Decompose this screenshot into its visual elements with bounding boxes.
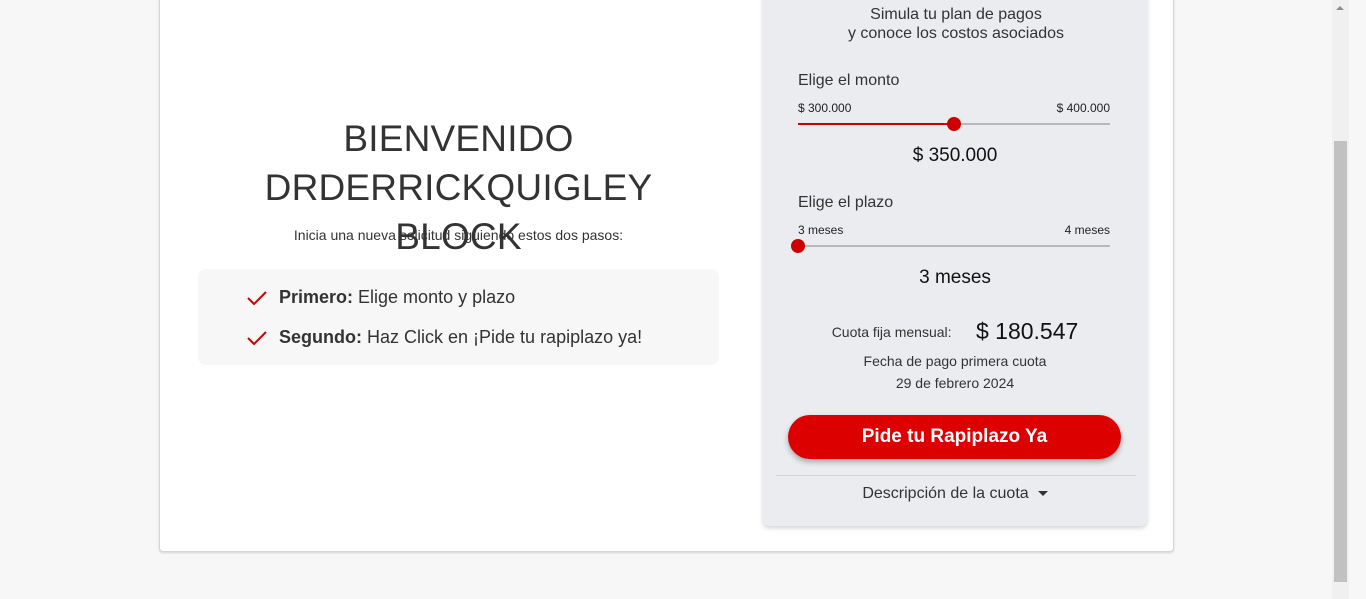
step-second-text: Haz Click en ¡Pide tu rapiplazo ya! bbox=[367, 327, 643, 347]
welcome-subtitle: Inicia una nueva solicitud siguiendo est… bbox=[293, 227, 624, 243]
amount-min: $ 300.000 bbox=[798, 101, 852, 115]
page-scrollbar[interactable] bbox=[1332, 0, 1349, 599]
check-icon bbox=[247, 290, 267, 305]
user-name: DRDERRICKQUIGLEY BLOCK bbox=[264, 167, 653, 257]
amount-label: Elige el monto bbox=[798, 72, 900, 89]
step-first: Primero: Elige monto y plazo bbox=[246, 287, 515, 308]
amount-value: $ 350.000 bbox=[912, 145, 998, 166]
term-label: Elige el plazo bbox=[798, 194, 894, 211]
request-loan-button[interactable]: Pide tu Rapiplazo Ya bbox=[788, 415, 1121, 459]
step-second: Segundo: Haz Click en ¡Pide tu rapiplazo… bbox=[246, 327, 642, 348]
step-second-label: Segundo: bbox=[279, 327, 362, 347]
caret-down-icon bbox=[1037, 491, 1048, 497]
first-payment-date: Fecha de pago primera cuota 29 de febrer… bbox=[763, 350, 1147, 394]
scroll-up-arrow-icon[interactable] bbox=[1332, 0, 1349, 17]
term-min: 3 meses bbox=[798, 223, 844, 237]
divider bbox=[776, 475, 1136, 476]
check-icon bbox=[247, 330, 267, 345]
first-payment-label: Fecha de pago primera cuota bbox=[863, 353, 1047, 369]
first-payment-value: 29 de febrero 2024 bbox=[895, 375, 1015, 391]
term-slider-thumb[interactable] bbox=[791, 239, 805, 253]
term-max: 4 meses bbox=[1064, 223, 1110, 237]
amount-slider[interactable] bbox=[798, 117, 1110, 131]
simulator-heading-line2: y conoce los costos asociados bbox=[847, 25, 1065, 42]
simulator-heading-line1: Simula tu plan de pagos bbox=[870, 6, 1042, 23]
scrollbar-thumb[interactable] bbox=[1334, 141, 1347, 582]
amount-slider-fill bbox=[798, 123, 954, 125]
amount-slider-thumb[interactable] bbox=[947, 117, 961, 131]
step-first-text: Elige monto y plazo bbox=[358, 287, 516, 307]
welcome-title: BIENVENIDO bbox=[343, 118, 574, 159]
monthly-payment-value: $ 180.547 bbox=[975, 318, 1079, 344]
monthly-payment-label: Cuota fija mensual: bbox=[831, 323, 952, 340]
monthly-payment-row: Cuota fija mensual: $ 180.547 bbox=[763, 318, 1147, 345]
step-first-label: Primero: bbox=[279, 287, 354, 307]
payment-description-label: Descripción de la cuota bbox=[862, 485, 1029, 502]
steps-box: Primero: Elige monto y plazo Segundo: Ha… bbox=[198, 269, 719, 365]
payment-description-toggle[interactable]: Descripción de la cuota bbox=[763, 485, 1147, 503]
simulator-heading: Simula tu plan de pagos y conoce los cos… bbox=[763, 5, 1149, 43]
amount-max: $ 400.000 bbox=[1056, 101, 1110, 115]
term-value: 3 meses bbox=[919, 267, 991, 288]
term-slider[interactable] bbox=[791, 239, 1110, 253]
